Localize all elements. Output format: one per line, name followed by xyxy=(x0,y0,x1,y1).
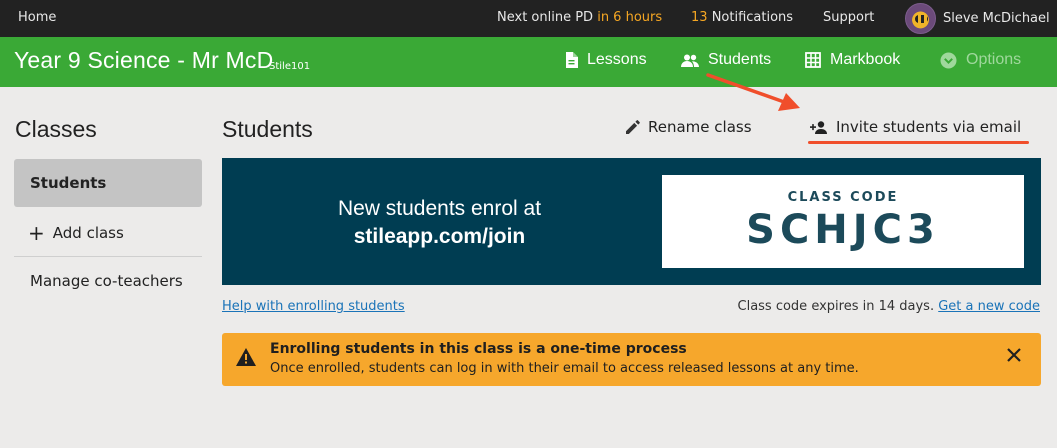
enrol-banner: New students enrol at stileapp.com/join … xyxy=(222,158,1041,285)
help-enrolling-link[interactable]: Help with enrolling students xyxy=(222,299,405,314)
invite-students-label: Invite students via email xyxy=(836,118,1022,136)
nav-markbook[interactable]: Markbook xyxy=(805,51,900,69)
sidebar-divider xyxy=(14,256,202,257)
nav-students-label: Students xyxy=(708,51,772,68)
grid-icon xyxy=(805,52,821,68)
nav-students[interactable]: Students xyxy=(681,51,771,69)
one-time-process-alert: Enrolling students in this class is a on… xyxy=(222,333,1041,386)
enrol-line: New students enrol at xyxy=(337,197,542,220)
sidebar-title: Classes xyxy=(15,116,97,142)
close-icon[interactable] xyxy=(1007,348,1021,362)
pencil-icon xyxy=(626,120,640,134)
sidebar-item-label: Students xyxy=(30,174,107,192)
code-expiry-text: Class code expires in 14 days. xyxy=(737,299,935,314)
sidebar-item-students[interactable]: Students xyxy=(14,159,202,207)
nav-options-label: Options xyxy=(966,51,1022,68)
nav-lessons[interactable]: Lessons xyxy=(564,51,647,69)
nav-markbook-label: Markbook xyxy=(830,51,901,68)
code-expiry: Class code expires in 14 days. Get a new… xyxy=(738,299,1041,314)
get-new-code-link[interactable]: Get a new code xyxy=(938,299,1040,314)
class-code: SCHJC3 xyxy=(746,207,940,253)
rename-class-button[interactable]: Rename class xyxy=(626,118,752,136)
manage-co-teachers-link[interactable]: Manage co-teachers xyxy=(30,272,183,290)
class-header: Year 9 Science - Mr McD Stile101 Lessons… xyxy=(0,37,1057,87)
alert-heading: Enrolling students in this class is a on… xyxy=(270,341,687,357)
notifications-link[interactable]: 13 Notifications xyxy=(691,10,793,25)
notifications-label: Notifications xyxy=(711,10,794,25)
add-class-button[interactable]: + Add class xyxy=(28,223,124,243)
person-add-icon xyxy=(810,120,827,134)
user-name: Sleve McDichael xyxy=(943,11,1050,26)
class-subtitle: Stile101 xyxy=(269,61,311,72)
nav-lessons-label: Lessons xyxy=(587,51,647,68)
home-link[interactable]: Home xyxy=(18,10,56,25)
pd-label: Next online PD xyxy=(497,10,594,25)
annotation-underline xyxy=(808,141,1029,144)
class-code-label: CLASS CODE xyxy=(787,190,899,205)
nav-options[interactable]: Options xyxy=(940,51,1021,69)
class-code-box: CLASS CODE SCHJC3 xyxy=(662,175,1024,268)
warning-icon xyxy=(236,348,256,366)
page-title: Students xyxy=(222,116,313,142)
enrol-url: stileapp.com/join xyxy=(353,225,526,248)
people-icon xyxy=(681,54,699,67)
notifications-count: 13 xyxy=(691,10,708,25)
top-bar: Home Next online PD in 6 hours 13 Notifi… xyxy=(0,0,1057,37)
enrol-instructions: New students enrol at stileapp.com/join xyxy=(222,195,657,251)
support-link[interactable]: Support xyxy=(823,10,874,25)
plus-icon: + xyxy=(28,221,45,245)
invite-students-button[interactable]: Invite students via email xyxy=(810,118,1021,136)
rename-class-label: Rename class xyxy=(648,118,752,136)
class-title: Year 9 Science - Mr McD xyxy=(14,47,274,73)
alert-body: Once enrolled, students can log in with … xyxy=(270,361,859,376)
document-icon xyxy=(566,52,578,68)
add-class-label: Add class xyxy=(52,224,124,242)
avatar xyxy=(905,3,936,34)
pd-reminder[interactable]: Next online PD in 6 hours xyxy=(497,10,662,25)
chevron-down-circle-icon xyxy=(940,52,957,68)
user-menu[interactable]: Sleve McDichael xyxy=(905,3,1050,34)
pd-time: in 6 hours xyxy=(597,10,663,25)
